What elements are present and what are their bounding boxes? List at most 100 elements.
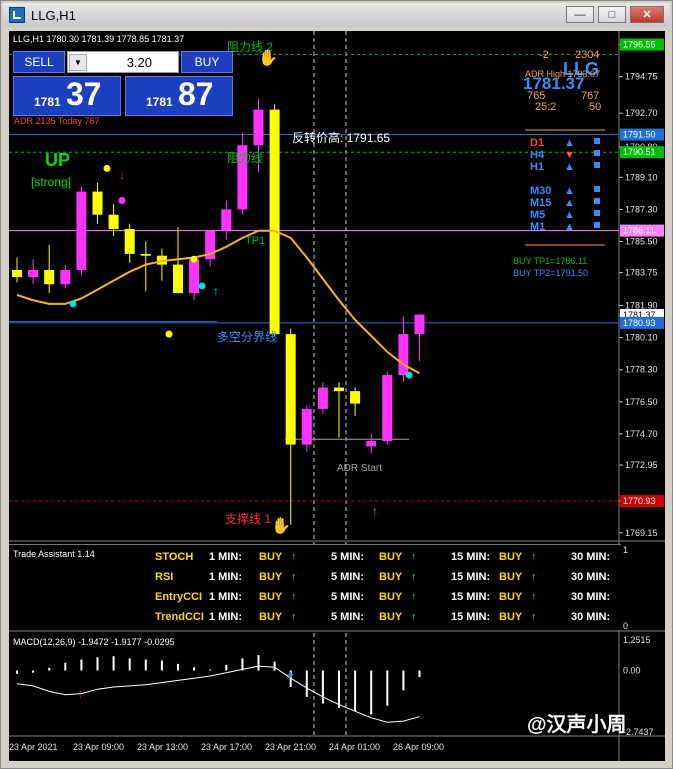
signal-cell: BUY: [379, 571, 403, 583]
sell-button[interactable]: SELL: [13, 51, 65, 73]
info-top-left: -2: [539, 49, 549, 61]
indicator-name: STOCH: [155, 551, 194, 563]
price-chart[interactable]: 1796.551794.751792.701790.801789.101787.…: [9, 31, 665, 761]
timeframe-status-square: [594, 210, 600, 216]
resistance-label-2: 阻力线: [227, 151, 263, 165]
candle-body: [189, 259, 200, 294]
candle-body: [221, 209, 232, 231]
candle-body: [317, 387, 328, 409]
buy-price-pips: 87: [178, 76, 214, 112]
timeframe-cell: 5 MIN:: [331, 591, 364, 603]
macd-label: MACD(12,26,9) -1.9472 -1.9177 -0.0295: [13, 637, 175, 647]
reversal-high-label: 反转价高: 1791.65: [292, 130, 390, 145]
up-arrow-icon: ↑: [372, 504, 378, 518]
price-tag-label: 1791.50: [623, 130, 656, 140]
candle-body: [253, 109, 264, 146]
candle-body: [334, 387, 344, 392]
signal-cell: BUY: [499, 611, 523, 623]
assistant-row: TrendCCI 1 MIN: BUY ↑ 5 MIN: BUY ↑ 15 MIN: BUY ↑ 3…: [9, 609, 621, 629]
triangle-down-icon: ▼: [564, 149, 575, 161]
y-tick-label: 1794.75: [625, 72, 658, 82]
price-tag-label: 1770.93: [623, 496, 656, 506]
y-tick-label: 1772.95: [625, 460, 658, 470]
y-tick-label: 1774.70: [625, 429, 658, 439]
buy-arrow-icon: ↑: [531, 611, 537, 623]
x-tick-label: 23 Apr 09:00: [73, 742, 124, 752]
candle-body: [124, 228, 135, 254]
buy-arrow-icon: ↑: [531, 551, 537, 563]
assistant-scale-bottom: 0: [623, 621, 628, 631]
buy-arrow-icon: ↑: [531, 571, 537, 583]
timeframe-cell: 5 MIN:: [331, 551, 364, 563]
signal-cell: BUY: [259, 551, 283, 563]
timeframe-label: M30: [530, 185, 551, 197]
timeframe-cell: 5 MIN:: [331, 611, 364, 623]
candle-body: [398, 334, 409, 376]
y-tick-label: 1778.30: [625, 365, 658, 375]
info-val3: 50: [589, 101, 601, 113]
triangle-up-icon: ▲: [564, 221, 575, 233]
buy-arrow-icon: ↑: [411, 551, 417, 563]
timeframe-cell: 15 MIN:: [451, 551, 491, 563]
candle-body: [12, 269, 22, 278]
one-click-trading-panel: SELL 3.20 ▼ BUY 1781 37 1781 87: [13, 51, 233, 117]
candle-body: [382, 375, 393, 442]
timeframe-cell: 15 MIN:: [451, 571, 491, 583]
buy-arrow-icon: ↑: [411, 611, 417, 623]
timeframe-cell: 1 MIN:: [209, 591, 242, 603]
sell-price-prefix: 1781: [34, 95, 61, 109]
timeframe-cell: 30 MIN:: [571, 571, 611, 583]
macd-scale-top: 1.2515: [623, 635, 651, 645]
x-tick-label: 23 Apr 2021: [9, 742, 58, 752]
timeframe-status-square: [594, 162, 600, 168]
signal-cell: BUY: [259, 611, 283, 623]
sell-price[interactable]: 1781 37: [13, 76, 121, 116]
timeframe-cell: 15 MIN:: [451, 591, 491, 603]
y-tick-label: 1787.30: [625, 204, 658, 214]
candle-body: [414, 314, 425, 335]
buy-price[interactable]: 1781 87: [125, 76, 233, 116]
candle-body: [76, 191, 87, 270]
candle-body: [285, 334, 296, 445]
strong-label: [strong]: [31, 175, 71, 189]
signal-cell: BUY: [259, 571, 283, 583]
candle-body: [350, 391, 361, 404]
timeframe-cell: 15 MIN:: [451, 611, 491, 623]
signal-cell: BUY: [379, 611, 403, 623]
close-button[interactable]: ✕: [630, 6, 664, 23]
y-tick-label: 1792.70: [625, 108, 658, 118]
buy-arrow-icon: ↑: [291, 551, 297, 563]
assistant-row: STOCH 1 MIN: BUY ↑ 5 MIN: BUY ↑ 15 MIN: BUY ↑ 30 M…: [9, 549, 621, 569]
timeframe-cell: 30 MIN:: [571, 551, 611, 563]
up-arrow-icon: ↑: [213, 284, 219, 298]
tp1-target: BUY TP1=1786.11: [513, 256, 587, 266]
support-label: 支撑线 1: [225, 511, 271, 526]
triangle-up-icon: ▲: [564, 161, 575, 173]
timeframe-label: H1: [530, 161, 544, 173]
terminal-window: LLG,H1 — □ ✕ 1796.551794.751792.701790.8…: [0, 0, 673, 769]
maximize-button[interactable]: □: [598, 6, 626, 23]
y-tick-label: 1769.15: [625, 528, 658, 538]
candle-body: [108, 214, 119, 229]
info-ratio: 25:2: [535, 101, 556, 113]
buy-arrow-icon: ↑: [291, 571, 297, 583]
buy-arrow-icon: ↑: [291, 611, 297, 623]
watermark: @汉声小周: [527, 712, 627, 736]
triangle-up-icon: ▲: [564, 137, 575, 149]
buy-button[interactable]: BUY: [181, 51, 233, 73]
timeframe-label: M1: [530, 221, 545, 233]
tp1-label: TP1: [245, 235, 265, 247]
signal-dot: [405, 371, 413, 379]
price-tag-label: 1796.55: [623, 40, 656, 50]
chart-header: LLG,H1 1780.30 1781.39 1778.85 1781.37: [13, 34, 184, 44]
signal-dot: [118, 196, 126, 204]
timeframe-cell: 1 MIN:: [209, 611, 242, 623]
signal-dot: [69, 300, 77, 308]
lot-dropdown-icon[interactable]: ▼: [69, 54, 87, 71]
tp2-target: BUY TP2=1791.50: [513, 268, 588, 278]
y-tick-label: 1783.75: [625, 268, 658, 278]
minimize-button[interactable]: —: [566, 6, 594, 23]
candle-body: [301, 408, 312, 445]
chart-area[interactable]: 1796.551794.751792.701790.801789.101787.…: [9, 31, 665, 761]
triangle-up-icon: ▲: [564, 185, 575, 197]
